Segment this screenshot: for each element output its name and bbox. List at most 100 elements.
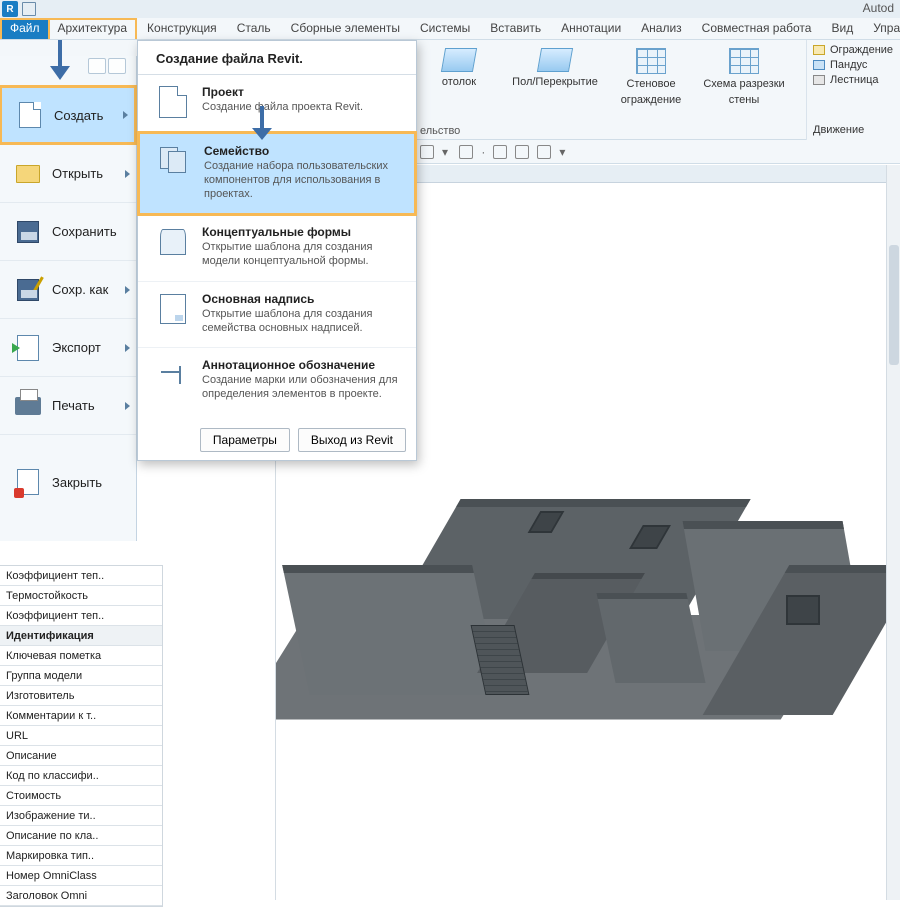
ribbon-curtainwall-button[interactable]: Стеновое ограждение (612, 48, 690, 106)
document-icon (16, 103, 44, 127)
property-row[interactable]: Коэффициент теп.. (0, 606, 162, 626)
tab-precast[interactable]: Сборные элементы (281, 18, 410, 39)
file-menu-print[interactable]: Печать (0, 377, 136, 435)
revit-logo-icon: R (2, 1, 18, 17)
file-menu-qat (88, 58, 126, 74)
chevron-right-icon (125, 170, 130, 178)
submenu-annotation[interactable]: Аннотационное обозначение Создание марки… (138, 348, 416, 414)
tab-steel[interactable]: Сталь (227, 18, 281, 39)
ribbon-railing-button[interactable]: Ограждение (813, 44, 894, 56)
file-menu-save[interactable]: Сохранить (0, 203, 136, 261)
titleblock-icon (156, 292, 190, 326)
tab-insert[interactable]: Вставить (480, 18, 551, 39)
tab-structure[interactable]: Конструкция (137, 18, 227, 39)
file-menu: Создать Открыть Сохранить Сохр. как Эксп… (0, 56, 137, 541)
submenu-desc: Создание марки или обозначения для опред… (202, 374, 402, 402)
property-row[interactable]: Изображение ти.. (0, 806, 162, 826)
qat-btn[interactable] (420, 145, 434, 159)
submenu-titleblock[interactable]: Основная надпись Открытие шаблона для со… (138, 282, 416, 349)
title-bar: R Autod (0, 0, 900, 18)
file-menu-open[interactable]: Открыть (0, 145, 136, 203)
vertical-scrollbar[interactable] (886, 165, 900, 900)
close-doc-icon (14, 470, 42, 494)
tab-systems[interactable]: Системы (410, 18, 480, 39)
floppy-pen-icon (14, 278, 42, 302)
ribbon-floor-button[interactable]: Пол/Перекрытие (508, 48, 602, 88)
ribbon-group-label: ельство (420, 125, 460, 137)
options-button[interactable]: Параметры (200, 428, 290, 452)
chevron-right-icon (125, 402, 130, 410)
property-row[interactable]: Изготовитель (0, 686, 162, 706)
ribbon-label: Стеновое (626, 78, 675, 90)
app-title: Autod (863, 1, 894, 15)
tab-file[interactable]: Файл (0, 18, 50, 39)
property-group-header[interactable]: Идентификация (0, 626, 162, 646)
exit-revit-button[interactable]: Выход из Revit (298, 428, 406, 452)
ribbon-ramp-button[interactable]: Пандус (813, 59, 894, 71)
property-row[interactable]: Описание (0, 746, 162, 766)
menu-label: Закрыть (52, 475, 102, 490)
ribbon-label: отолок (442, 76, 476, 88)
properties-panel: Коэффициент теп.. Термостойкость Коэффиц… (0, 565, 163, 907)
file-menu-export[interactable]: Экспорт (0, 319, 136, 377)
qat-new-icon[interactable] (88, 58, 106, 74)
tab-annotations[interactable]: Аннотации (551, 18, 631, 39)
qat-btn[interactable] (493, 145, 507, 159)
property-row[interactable]: Описание по кла.. (0, 826, 162, 846)
ribbon-label: ограждение (621, 94, 682, 106)
file-menu-saveas[interactable]: Сохр. как (0, 261, 136, 319)
ribbon-stairs-button[interactable]: Лестница (813, 74, 894, 86)
submenu-desc: Открытие шаблона для создания модели кон… (202, 241, 402, 269)
property-row[interactable]: Термостойкость (0, 586, 162, 606)
property-row[interactable]: Группа модели (0, 666, 162, 686)
chevron-right-icon (123, 111, 128, 119)
menu-label: Создать (54, 108, 103, 123)
tab-architecture[interactable]: Архитектура (50, 18, 138, 39)
tab-collab[interactable]: Совместная работа (692, 18, 822, 39)
menu-label: Открыть (52, 166, 103, 181)
submenu-title: Семейство (204, 144, 400, 158)
export-icon (14, 336, 42, 360)
tab-analysis[interactable]: Анализ (631, 18, 692, 39)
submenu-conceptual[interactable]: Концептуальные формы Открытие шаблона дл… (138, 215, 416, 282)
submenu-heading: Создание файла Revit. (138, 41, 416, 75)
property-row[interactable]: URL (0, 726, 162, 746)
file-create-submenu: Создание файла Revit. Проект Создание фа… (137, 40, 417, 461)
property-row[interactable]: Номер OmniClass (0, 866, 162, 886)
conceptual-icon (156, 225, 190, 259)
family-icon (158, 144, 192, 178)
submenu-desc: Создание файла проекта Revit. (202, 101, 363, 115)
property-row[interactable]: Ключевая пометка (0, 646, 162, 666)
ceiling-icon (441, 48, 477, 72)
qat-icon[interactable] (22, 2, 36, 16)
property-row[interactable]: Комментарии к т.. (0, 706, 162, 726)
ribbon-section-button[interactable]: Схема разрезки стены (700, 48, 788, 106)
property-row[interactable]: Маркировка тип.. (0, 846, 162, 866)
chevron-right-icon (125, 286, 130, 294)
tutorial-arrow-icon (252, 106, 272, 140)
qat-btn[interactable] (515, 145, 529, 159)
file-menu-close[interactable]: Закрыть (0, 453, 136, 511)
tab-manage[interactable]: Управлен (863, 18, 900, 39)
ribbon-label: Лестница (830, 74, 879, 86)
property-row[interactable]: Коэффициент теп.. (0, 566, 162, 586)
submenu-desc: Открытие шаблона для создания семейства … (202, 308, 402, 336)
submenu-project[interactable]: Проект Создание файла проекта Revit. (138, 75, 416, 132)
property-row[interactable]: Заголовок Omni (0, 886, 162, 906)
ribbon-ceiling-button[interactable]: отолок (420, 48, 498, 88)
ramp-icon (813, 60, 825, 70)
qat-open-icon[interactable] (108, 58, 126, 74)
printer-icon (14, 394, 42, 418)
property-row[interactable]: Стоимость (0, 786, 162, 806)
menu-label: Экспорт (52, 340, 101, 355)
qat-btn[interactable] (459, 145, 473, 159)
ribbon-label: Пандус (830, 59, 867, 71)
floor-icon (537, 48, 573, 72)
submenu-family[interactable]: Семейство Создание набора пользовательск… (137, 131, 417, 216)
property-row[interactable]: Код по классифи.. (0, 766, 162, 786)
qat-btn[interactable] (537, 145, 551, 159)
stairs-icon (813, 75, 825, 85)
tab-view[interactable]: Вид (821, 18, 863, 39)
file-menu-create[interactable]: Создать (0, 85, 137, 145)
submenu-title: Концептуальные формы (202, 225, 402, 239)
